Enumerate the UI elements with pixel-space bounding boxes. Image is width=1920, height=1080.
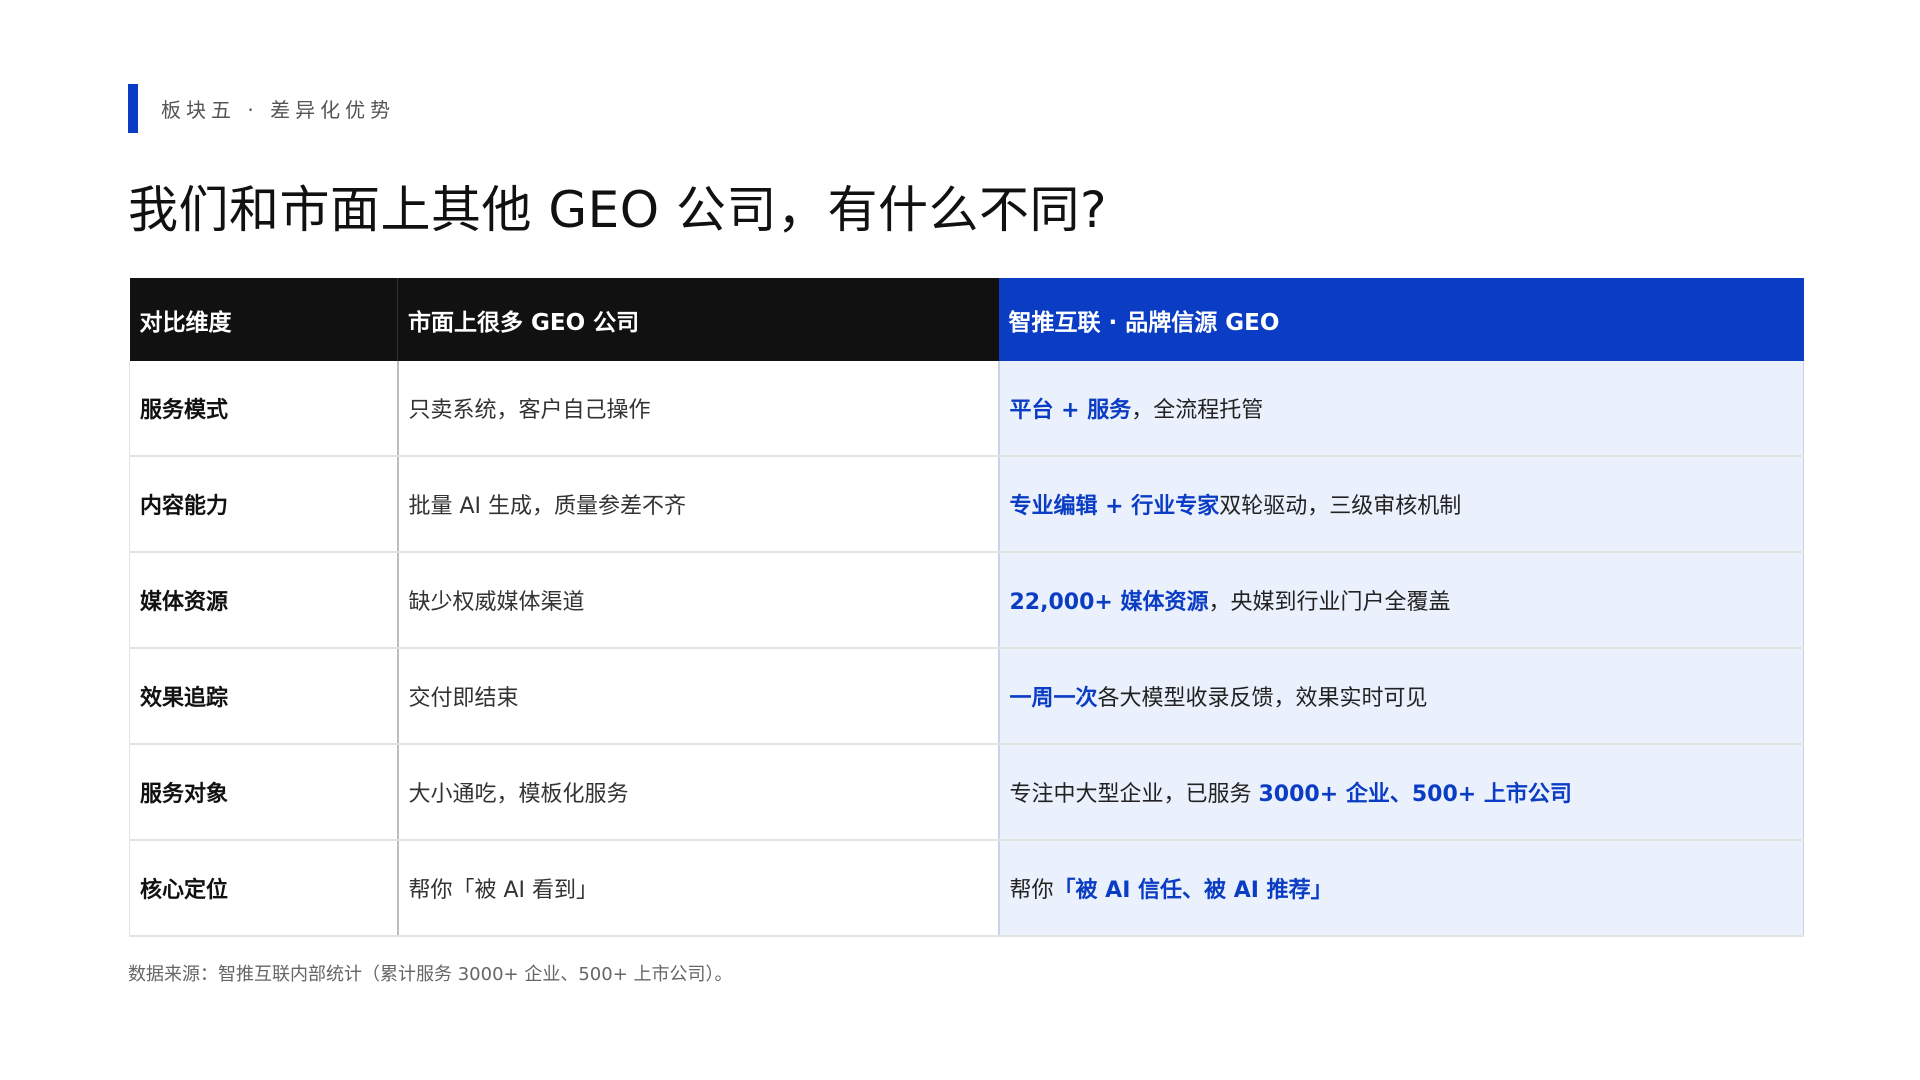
table-row: 服务对象 大小通吃，模板化服务 专注中大型企业，已服务 3000+ 企业、500+ … <box>129 744 1804 841</box>
cell-dimension: 核心定位 <box>129 840 398 937</box>
table-row: 效果追踪 交付即结束 一周一次各大模型收录反馈，效果实时可见 <box>129 648 1804 745</box>
plain-text: 帮你 <box>1009 878 1054 903</box>
cell-others: 帮你「被 AI 看到」 <box>396 840 999 937</box>
plain-text: 专注中大型企业，已服务 <box>1009 782 1259 807</box>
cell-ours: 平台 + 服务，全流程托管 <box>997 361 1804 457</box>
cell-dimension: 内容能力 <box>129 456 398 553</box>
cell-dimension: 效果追踪 <box>129 648 398 745</box>
cell-ours: 22,000+ 媒体资源，央媒到行业门户全覆盖 <box>997 552 1804 649</box>
highlight-text: 「被 AI 信任、被 AI 推荐」 <box>1053 878 1333 903</box>
footnote: 数据来源：智推互联内部统计（累计服务 3000+ 企业、500+ 上市公司）。 <box>128 964 733 985</box>
cell-others: 只卖系统，客户自己操作 <box>396 361 999 457</box>
page-title: 我们和市面上其他 GEO 公司，有什么不同? <box>128 181 1108 239</box>
plain-text: 各大模型收录反馈，效果实时可见 <box>1097 686 1428 711</box>
cell-dimension: 服务模式 <box>129 361 398 457</box>
cell-ours: 专业编辑 + 行业专家双轮驱动，三级审核机制 <box>997 456 1804 553</box>
plain-text: 双轮驱动，三级审核机制 <box>1219 494 1462 519</box>
highlight-text: 3000+ 企业、500+ 上市公司 <box>1258 782 1572 807</box>
cell-others: 缺少权威媒体渠道 <box>396 552 999 649</box>
table-row: 服务模式 只卖系统，客户自己操作 平台 + 服务，全流程托管 <box>129 361 1804 457</box>
cell-others: 大小通吃，模板化服务 <box>396 744 999 841</box>
header-dimension: 对比维度 <box>129 278 398 361</box>
cell-others: 批量 AI 生成，质量参差不齐 <box>396 456 999 553</box>
highlight-text: 一周一次 <box>1009 686 1098 711</box>
highlight-text: 平台 + 服务 <box>1009 398 1132 423</box>
table-row: 核心定位 帮你「被 AI 看到」 帮你「被 AI 信任、被 AI 推荐」 <box>129 840 1804 937</box>
highlight-text: 22,000+ 媒体资源 <box>1009 590 1209 615</box>
table-header-row: 对比维度 市面上很多 GEO 公司 智推互联 · 品牌信源 GEO <box>129 278 1804 361</box>
table-row: 内容能力 批量 AI 生成，质量参差不齐 专业编辑 + 行业专家双轮驱动，三级审核机… <box>129 456 1804 553</box>
accent-bar <box>128 84 138 133</box>
plain-text: ，全流程托管 <box>1131 398 1264 423</box>
section-tag: 板块五 · 差异化优势 <box>128 84 395 133</box>
cell-ours: 专注中大型企业，已服务 3000+ 企业、500+ 上市公司 <box>997 744 1804 841</box>
cell-others: 交付即结束 <box>396 648 999 745</box>
cell-dimension: 媒体资源 <box>129 552 398 649</box>
header-ours: 智推互联 · 品牌信源 GEO <box>998 278 1804 361</box>
plain-text: ，央媒到行业门户全覆盖 <box>1208 590 1451 615</box>
table-body: 服务模式 只卖系统，客户自己操作 平台 + 服务，全流程托管 内容能力 批量 AI 生成… <box>129 361 1804 937</box>
section-label: 板块五 · 差异化优势 <box>161 98 396 122</box>
cell-ours: 一周一次各大模型收录反馈，效果实时可见 <box>997 648 1804 745</box>
cell-dimension: 服务对象 <box>129 744 398 841</box>
highlight-text: 专业编辑 + 行业专家 <box>1009 494 1220 519</box>
header-others: 市面上很多 GEO 公司 <box>397 278 999 361</box>
cell-ours: 帮你「被 AI 信任、被 AI 推荐」 <box>997 840 1804 937</box>
comparison-table: 对比维度 市面上很多 GEO 公司 智推互联 · 品牌信源 GEO 服务模式 只卖… <box>129 278 1804 937</box>
table-row: 媒体资源 缺少权威媒体渠道 22,000+ 媒体资源，央媒到行业门户全覆盖 <box>129 552 1804 649</box>
